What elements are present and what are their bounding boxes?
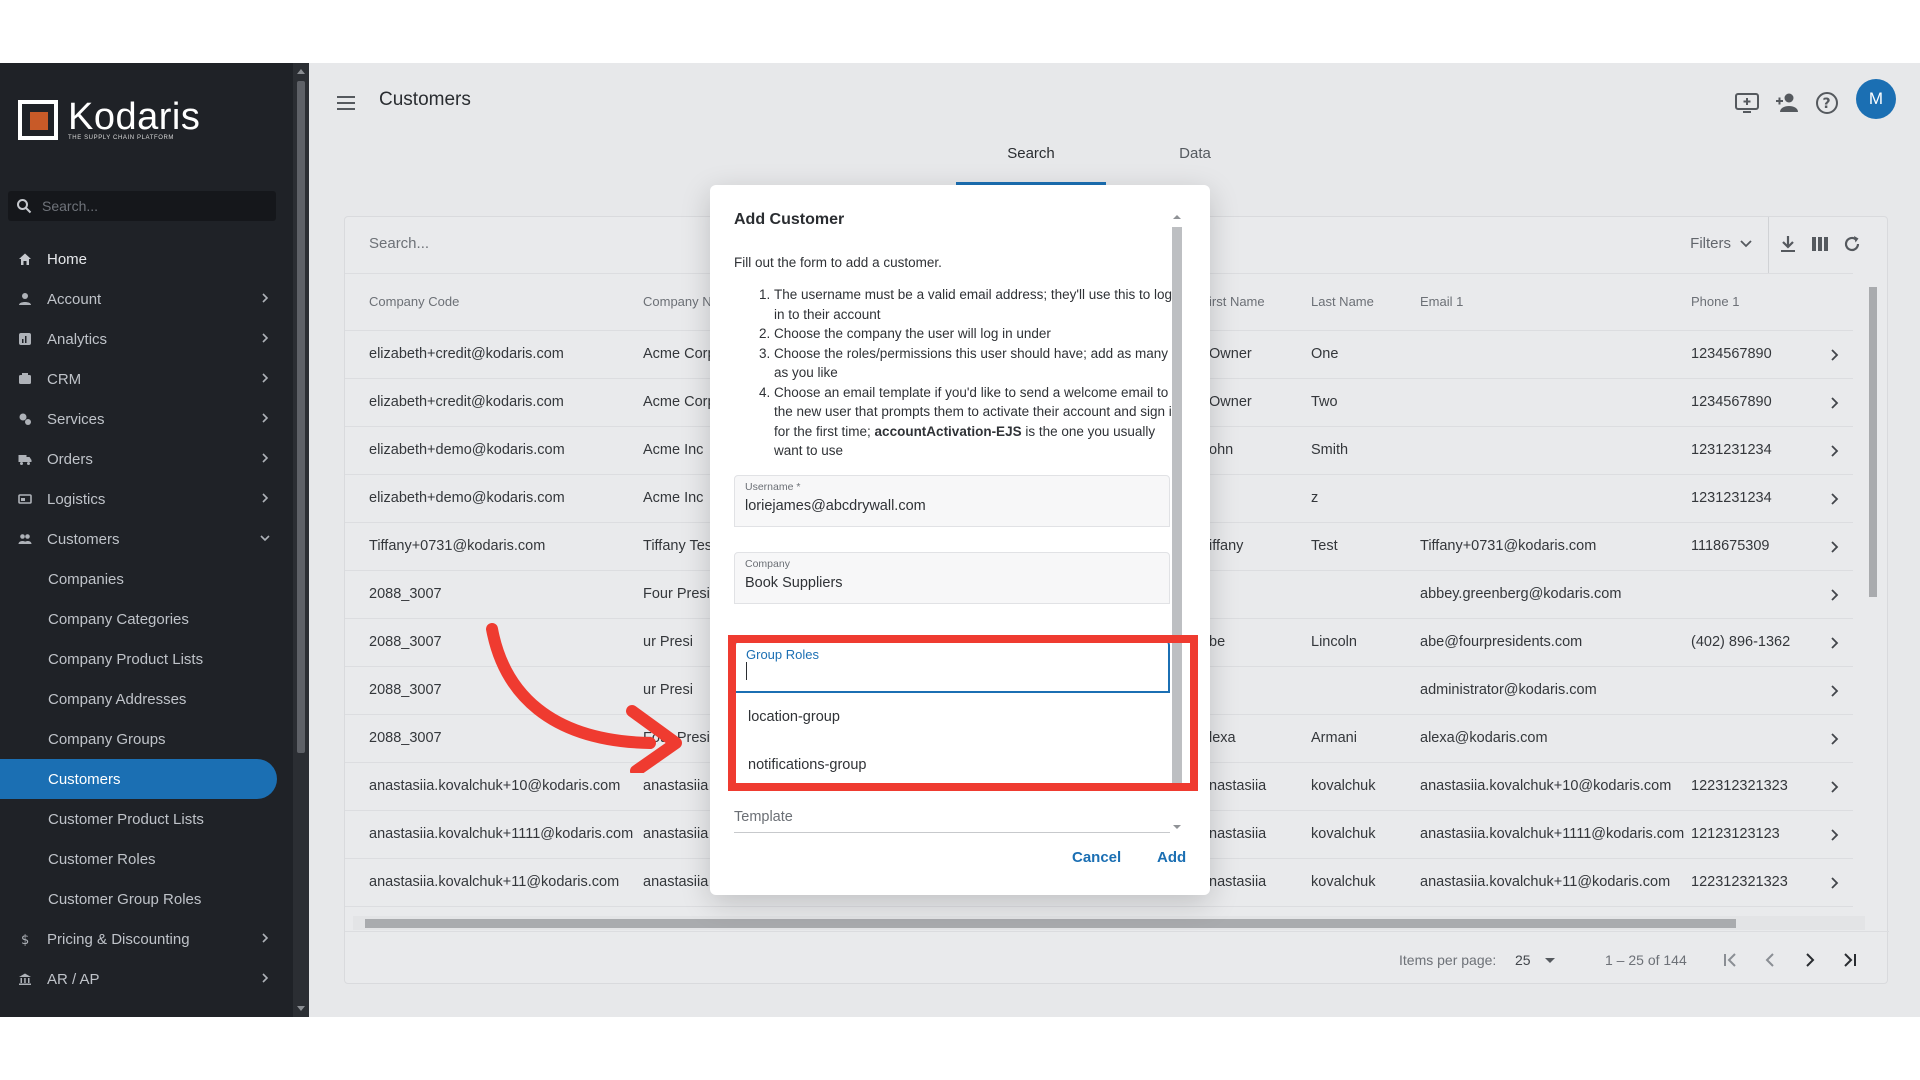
template-name: accountActivation-EJS bbox=[874, 423, 1022, 439]
username-field[interactable]: Username * bbox=[734, 475, 1170, 527]
annotation-arrow-icon bbox=[486, 623, 682, 773]
company-input[interactable] bbox=[745, 575, 1155, 591]
template-label: Template bbox=[734, 809, 793, 825]
instruction-step: The username must be a valid email addre… bbox=[774, 285, 1182, 324]
instruction-step: Choose the roles/permissions this user s… bbox=[774, 344, 1182, 383]
instructions-list: The username must be a valid email addre… bbox=[734, 285, 1182, 461]
annotation-highlight-box bbox=[728, 635, 1198, 791]
instruction-step: Choose the company the user will log in … bbox=[774, 324, 1182, 344]
company-field[interactable]: Company bbox=[734, 552, 1170, 604]
username-label: Username * bbox=[745, 481, 801, 493]
dialog-title: Add Customer bbox=[734, 211, 845, 228]
app-window: Kodaris THE SUPPLY CHAIN PLATFORM Home A… bbox=[0, 63, 1920, 1017]
cancel-button[interactable]: Cancel bbox=[1072, 849, 1121, 866]
scroll-up-icon[interactable] bbox=[1173, 215, 1181, 219]
template-field[interactable]: Template bbox=[734, 793, 1170, 833]
username-input[interactable] bbox=[745, 498, 1155, 514]
dialog-intro: Fill out the form to add a customer. bbox=[734, 255, 942, 270]
company-label: Company bbox=[745, 558, 790, 570]
scroll-down-icon[interactable] bbox=[1173, 825, 1181, 829]
instruction-step: Choose an email template if you'd like t… bbox=[774, 383, 1182, 461]
add-button[interactable]: Add bbox=[1157, 849, 1186, 866]
